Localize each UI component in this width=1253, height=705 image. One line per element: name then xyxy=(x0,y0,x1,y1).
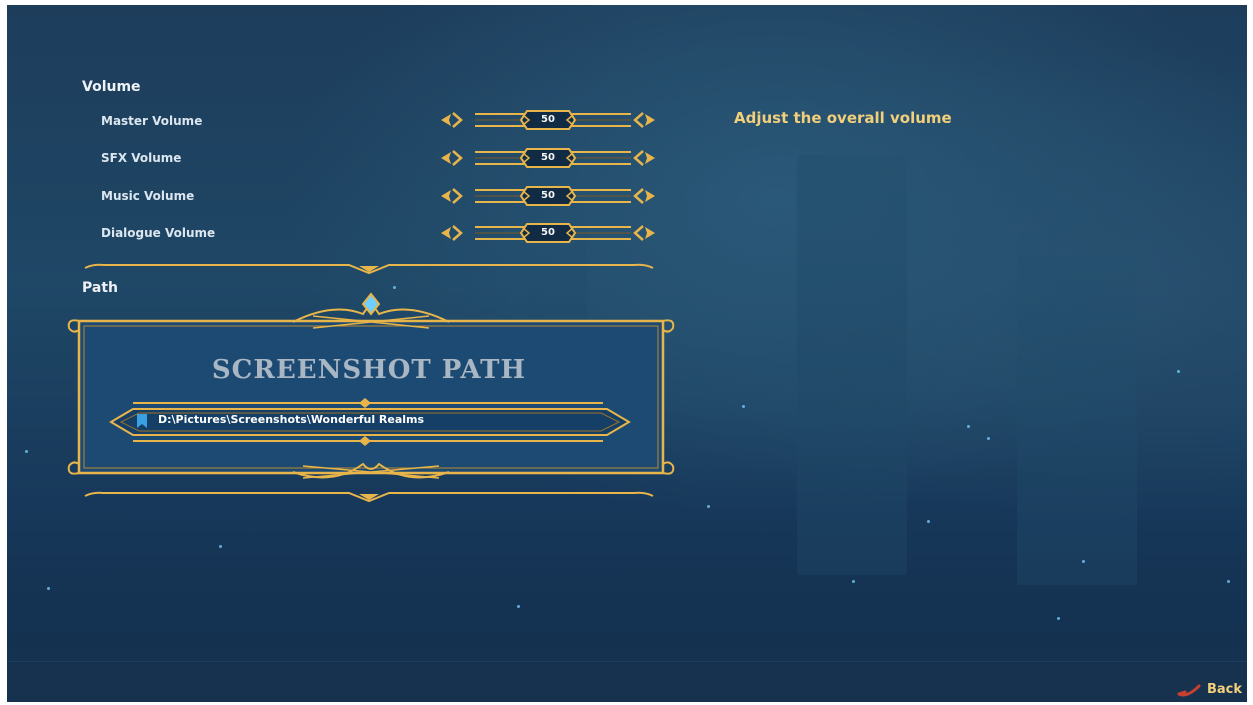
sparkle xyxy=(25,450,28,453)
back-label: Back xyxy=(1207,682,1243,697)
sfx-volume-slider[interactable]: 50 xyxy=(435,147,661,169)
volume-section-title: Volume xyxy=(82,79,141,95)
screenshot-path-title: SCREENSHOT PATH xyxy=(211,355,527,385)
volume-value: 50 xyxy=(541,227,555,238)
music-volume-label: Music Volume xyxy=(101,189,195,203)
sparkle xyxy=(852,580,855,583)
decrease-arrow-icon[interactable] xyxy=(441,150,463,166)
decrease-arrow-icon[interactable] xyxy=(441,225,463,241)
setting-description: Adjust the overall volume xyxy=(734,109,952,127)
increase-arrow-icon[interactable] xyxy=(633,112,655,128)
background-tower xyxy=(797,155,907,575)
bookmark-icon xyxy=(137,414,147,428)
sparkle xyxy=(967,425,970,428)
sfx-volume-label: SFX Volume xyxy=(101,151,182,165)
sparkle xyxy=(47,587,50,590)
footer-bar xyxy=(7,661,1247,702)
sparkle xyxy=(517,605,520,608)
sparkle xyxy=(987,437,990,440)
dialogue-volume-label: Dialogue Volume xyxy=(101,226,216,240)
path-panel-frame xyxy=(67,292,675,479)
sparkle xyxy=(742,405,745,408)
volume-value: 50 xyxy=(541,114,555,125)
decrease-arrow-icon[interactable] xyxy=(441,188,463,204)
master-volume-label: Master Volume xyxy=(101,114,203,128)
sparkle xyxy=(1057,617,1060,620)
sparkle xyxy=(1177,370,1180,373)
volume-value: 50 xyxy=(541,190,555,201)
background-tower xyxy=(1017,255,1137,585)
section-divider xyxy=(84,491,654,503)
back-button[interactable]: Back xyxy=(1177,680,1247,702)
sparkle xyxy=(707,505,710,508)
decrease-arrow-icon[interactable] xyxy=(441,112,463,128)
screenshot-path-input[interactable]: D:\Pictures\Screenshots\Wonderful Realms xyxy=(158,413,424,426)
increase-arrow-icon[interactable] xyxy=(633,150,655,166)
settings-screen: Volume Master Volume 50 SFX Volume 50 Mu… xyxy=(7,5,1247,702)
sparkle xyxy=(1082,560,1085,563)
volume-value: 50 xyxy=(541,152,555,163)
dialogue-volume-slider[interactable]: 50 xyxy=(435,222,661,244)
sparkle xyxy=(1227,580,1230,583)
section-divider xyxy=(84,263,654,275)
master-volume-slider[interactable]: 50 xyxy=(435,109,661,131)
sparkle xyxy=(219,545,222,548)
increase-arrow-icon[interactable] xyxy=(633,225,655,241)
back-arrow-icon xyxy=(1177,684,1201,697)
increase-arrow-icon[interactable] xyxy=(633,188,655,204)
music-volume-slider[interactable]: 50 xyxy=(435,185,661,207)
sparkle xyxy=(927,520,930,523)
